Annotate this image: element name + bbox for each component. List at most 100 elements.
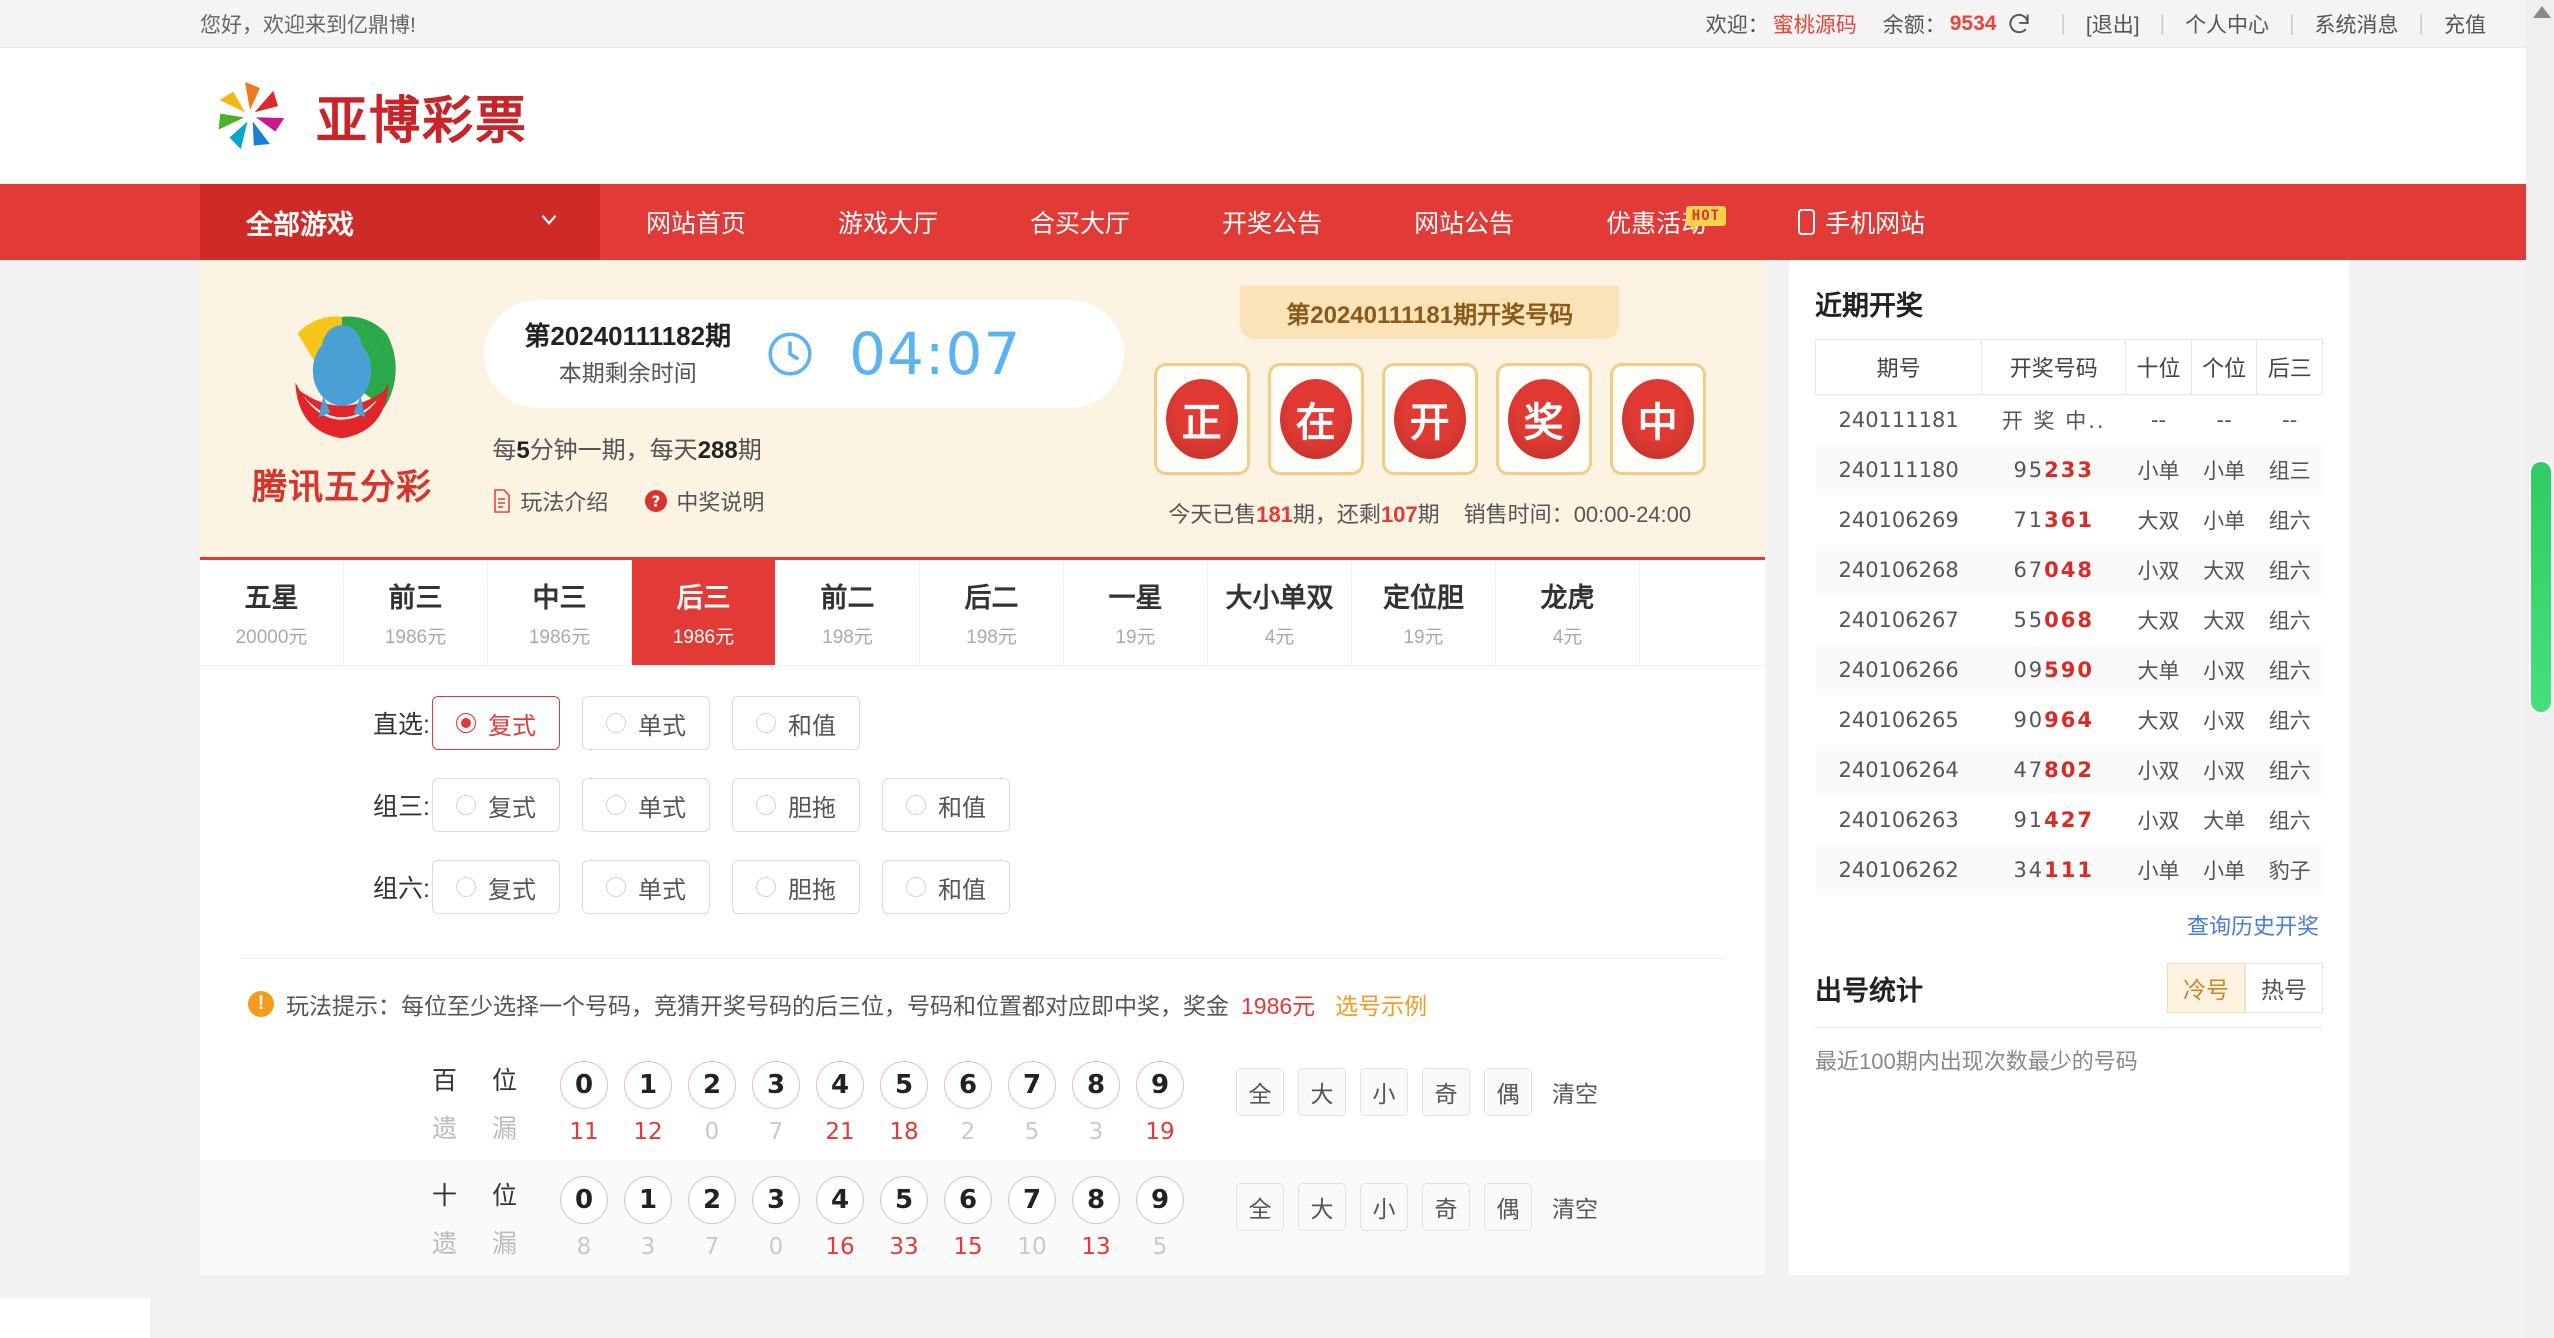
right-sidebar: 近期开奖 期号 开奖号码 十位 个位 后三 240111181 开 奖 中.. …: [1789, 260, 2349, 1275]
nav-item-label: 合买大厅: [1030, 204, 1130, 240]
radio-icon: [606, 795, 626, 815]
scrollbar-track[interactable]: [2526, 0, 2554, 1338]
select-even-button[interactable]: 偶: [1484, 1068, 1532, 1116]
number-cell[interactable]: 919: [1136, 1061, 1184, 1145]
system-message-link[interactable]: 系统消息: [2315, 9, 2399, 39]
table-row: 240106264 47802 小双 小双 组六: [1816, 745, 2323, 795]
number-cell[interactable]: 13: [624, 1176, 672, 1260]
pinwheel-logo-icon: [200, 66, 300, 166]
draw-ball-2: 开: [1382, 363, 1478, 475]
freq-minutes: 5: [516, 437, 529, 464]
draw-ball-3: 奖: [1496, 363, 1592, 475]
mode-zusan-fushi[interactable]: 复式: [432, 778, 560, 832]
number-cell[interactable]: 710: [1008, 1176, 1056, 1260]
all-games-dropdown[interactable]: 全部游戏: [200, 184, 600, 260]
tab-daxiaodanshuang[interactable]: 大小单双4元: [1208, 560, 1352, 665]
tab-zhongsan[interactable]: 中三1986元: [488, 560, 632, 665]
number-cell[interactable]: 95: [1136, 1176, 1184, 1260]
nav-item-5[interactable]: HOT 优惠活动: [1560, 204, 1752, 240]
mode-zhixuan-fushi[interactable]: 复式: [432, 696, 560, 750]
clock-icon: [765, 329, 815, 379]
draw-ball-1: 在: [1268, 363, 1364, 475]
mode-zuliu-fushi[interactable]: 复式: [432, 860, 560, 914]
mode-zusan-hezhi[interactable]: 和值: [882, 778, 1010, 832]
tab-dingweidan[interactable]: 定位胆19元: [1352, 560, 1496, 665]
recharge-link[interactable]: 充值: [2444, 9, 2486, 39]
number-cell[interactable]: 62: [944, 1061, 992, 1145]
play-intro-link[interactable]: 玩法介绍: [492, 485, 608, 517]
number-cell[interactable]: 20: [688, 1061, 736, 1145]
tab-longhu[interactable]: 龙虎4元: [1496, 560, 1640, 665]
tab-housan[interactable]: 后三1986元: [632, 560, 776, 665]
select-big-button[interactable]: 大: [1298, 1068, 1346, 1116]
username: 蜜桃源码: [1773, 9, 1857, 39]
select-small-button[interactable]: 小: [1360, 1183, 1408, 1231]
number-cell[interactable]: 83: [1072, 1061, 1120, 1145]
nav-item-1[interactable]: 游戏大厅: [792, 204, 984, 240]
draw-code: 90964: [1982, 695, 2126, 745]
cold-numbers-tab[interactable]: 冷号: [2167, 963, 2245, 1013]
number-cell[interactable]: 518: [880, 1061, 928, 1145]
stats-toggle: 冷号 热号: [2167, 963, 2323, 1013]
number-cell[interactable]: 813: [1072, 1176, 1120, 1260]
scroll-up-arrow-icon[interactable]: [2533, 6, 2551, 18]
draw-code: 34111: [1982, 845, 2126, 895]
clear-button[interactable]: 清空: [1552, 1190, 1598, 1224]
number-cell[interactable]: 011: [560, 1061, 608, 1145]
nav-item-4[interactable]: 网站公告: [1368, 204, 1560, 240]
number-cell[interactable]: 75: [1008, 1061, 1056, 1145]
tab-houer[interactable]: 后二198元: [920, 560, 1064, 665]
clear-button[interactable]: 清空: [1552, 1075, 1598, 1109]
number-cell[interactable]: 30: [752, 1176, 800, 1260]
mode-zuliu-dantuo[interactable]: 胆拖: [732, 860, 860, 914]
hot-numbers-tab[interactable]: 热号: [2245, 963, 2323, 1013]
number-cell[interactable]: 112: [624, 1061, 672, 1145]
scrollbar-thumb[interactable]: [2531, 462, 2551, 712]
draw-title: 第20240111181期开奖号码: [1240, 286, 1619, 339]
select-big-button[interactable]: 大: [1298, 1183, 1346, 1231]
number-cell[interactable]: 416: [816, 1176, 864, 1260]
select-small-button[interactable]: 小: [1360, 1068, 1408, 1116]
number-cell[interactable]: 615: [944, 1176, 992, 1260]
tab-yixing[interactable]: 一星19元: [1064, 560, 1208, 665]
logout-link[interactable]: [退出]: [2086, 9, 2140, 39]
draw-code: 09590: [1982, 645, 2126, 695]
select-odd-button[interactable]: 奇: [1422, 1068, 1470, 1116]
table-row: 240106263 91427 小双 大单 组六: [1816, 795, 2323, 845]
tab-qiansan[interactable]: 前三1986元: [344, 560, 488, 665]
mode-zusan-danshi[interactable]: 单式: [582, 778, 710, 832]
nav-item-0[interactable]: 网站首页: [600, 204, 792, 240]
number-cell[interactable]: 37: [752, 1061, 800, 1145]
nav-item-3[interactable]: 开奖公告: [1176, 204, 1368, 240]
mode-row-zhixuan: 直选: 复式 单式 和值: [200, 696, 1765, 750]
select-all-button[interactable]: 全: [1236, 1068, 1284, 1116]
select-odd-button[interactable]: 奇: [1422, 1183, 1470, 1231]
mode-zusan-dantuo[interactable]: 胆拖: [732, 778, 860, 832]
member-center-link[interactable]: 个人中心: [2185, 9, 2269, 39]
table-row: 240106267 55068 大双 大双 组六: [1816, 595, 2323, 645]
select-all-button[interactable]: 全: [1236, 1183, 1284, 1231]
nav-item-2[interactable]: 合买大厅: [984, 204, 1176, 240]
refresh-icon[interactable]: [2006, 11, 2032, 37]
tab-qianer[interactable]: 前二198元: [776, 560, 920, 665]
nav-item-6[interactable]: 手机网站: [1752, 204, 1971, 240]
phone-icon: [1798, 209, 1815, 235]
draw-code: 55068: [1982, 595, 2126, 645]
mode-zhixuan-danshi[interactable]: 单式: [582, 696, 710, 750]
number-cell[interactable]: 533: [880, 1176, 928, 1260]
number-cell[interactable]: 421: [816, 1061, 864, 1145]
game-brand: 腾讯五分彩: [200, 307, 474, 510]
nav-item-label: 网站公告: [1414, 204, 1514, 240]
history-link[interactable]: 查询历史开奖: [1815, 895, 2323, 941]
number-cell[interactable]: 08: [560, 1176, 608, 1260]
number-cell[interactable]: 27: [688, 1176, 736, 1260]
select-even-button[interactable]: 偶: [1484, 1183, 1532, 1231]
mode-zhixuan-hezhi[interactable]: 和值: [732, 696, 860, 750]
ball-value: 正: [1166, 379, 1238, 459]
tab-wuxing[interactable]: 五星20000元: [200, 560, 344, 665]
mode-zuliu-hezhi[interactable]: 和值: [882, 860, 1010, 914]
brand-logo[interactable]: 亚博彩票: [200, 66, 528, 166]
mode-zuliu-danshi[interactable]: 单式: [582, 860, 710, 914]
example-link[interactable]: 选号示例: [1335, 987, 1427, 1021]
prize-info-link[interactable]: ? 中奖说明: [644, 485, 764, 517]
